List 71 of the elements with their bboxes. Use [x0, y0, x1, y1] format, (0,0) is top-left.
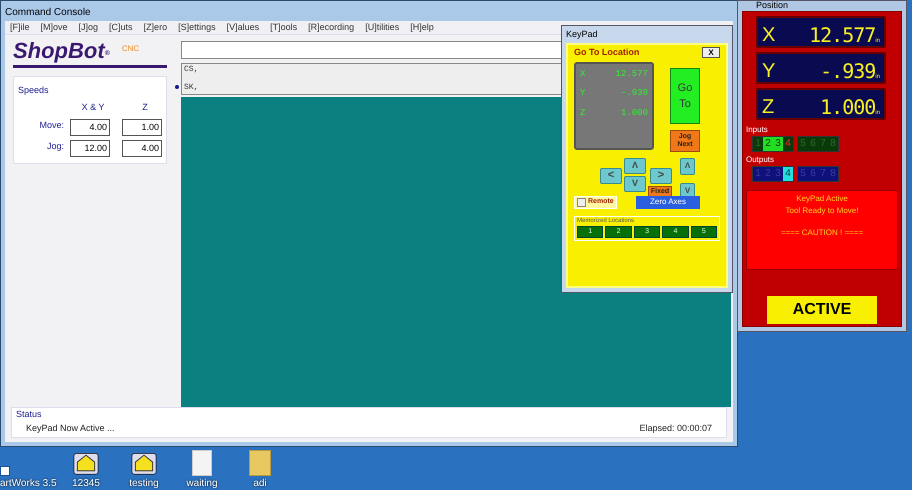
jog-up-button[interactable]: Λ	[624, 158, 646, 174]
axis-label: X	[762, 23, 776, 48]
desktop-icon-label[interactable]: waiting	[186, 476, 218, 490]
bullet-icon	[175, 85, 179, 89]
axis-label: X	[580, 68, 586, 80]
section-label: Outputs	[746, 154, 776, 166]
io-indicator: 4	[783, 137, 793, 151]
axis-value: 1.000	[819, 94, 876, 121]
axis-value: 12.577	[808, 22, 876, 49]
jog-down-button[interactable]: V	[624, 176, 646, 192]
shortcut-icon[interactable]	[0, 466, 10, 476]
zero-axes-button[interactable]: Zero Axes	[636, 196, 700, 208]
desktop-icon-label[interactable]: artWorks 3.5	[0, 476, 56, 490]
axis-label: Z	[580, 106, 586, 120]
io-indicator: 3	[773, 137, 783, 151]
speed-field[interactable]: 4.00	[122, 140, 162, 156]
logo-suffix: CNC	[122, 43, 140, 55]
log-line: CS,	[184, 64, 198, 76]
elapsed-time: Elapsed: 00:00:07	[639, 422, 712, 435]
menu-item[interactable]: [C]uts	[109, 20, 133, 34]
panel-heading: Go To Location	[574, 46, 640, 59]
menu-item[interactable]: [T]ools	[270, 20, 298, 34]
logo-wordmark: ShopBot$^{®}$	[13, 39, 110, 63]
axis-value: 1.000	[620, 106, 648, 120]
menu-item[interactable]: [S]ettings	[178, 20, 216, 34]
menu-item[interactable]: [V]alues	[226, 20, 260, 34]
go-to-button[interactable]: Go To	[670, 68, 700, 124]
window-title: Command Console	[5, 6, 91, 20]
column-header: X & Y	[80, 101, 106, 114]
axis-label: Y	[580, 87, 586, 100]
status-message: KeyPad Now Active ...	[26, 422, 115, 435]
axis-value: -.939	[620, 87, 648, 100]
message-line: ==== CAUTION ! ====	[780, 227, 864, 239]
menu-item[interactable]: [M]ove	[40, 20, 68, 34]
status-badge: ACTIVE	[767, 296, 877, 324]
window-title: KeyPad	[566, 28, 598, 41]
message-line: KeyPad Active	[796, 193, 848, 205]
jog-left-button[interactable]: <	[600, 168, 622, 184]
z-up-button[interactable]: Λ	[680, 158, 695, 174]
speed-field[interactable]: 4.00	[70, 118, 110, 136]
panel-title: Status	[16, 408, 43, 421]
menu-item[interactable]: [F]ile	[10, 20, 30, 34]
log-line: SK,	[184, 82, 198, 94]
axis-value: 12.577	[616, 68, 648, 80]
menu-item[interactable]: [H]elp	[410, 20, 434, 34]
row-label: Move:	[38, 118, 64, 132]
section-label: Inputs	[746, 124, 769, 136]
message-line: Tool Ready to Move!	[786, 205, 858, 217]
io-indicator: 4	[783, 167, 793, 181]
axis-label: Y	[762, 59, 776, 84]
io-indicator: 2	[763, 137, 773, 151]
desktop-icon-label[interactable]: adi	[253, 476, 267, 490]
panel-title: Speeds	[18, 85, 49, 95]
close-button[interactable]: X	[702, 47, 720, 58]
window-title: Position	[756, 0, 788, 12]
speed-field[interactable]: 1.00	[122, 118, 162, 136]
jog-right-button[interactable]: >	[650, 168, 672, 184]
menu-item[interactable]: [U]tilities	[365, 20, 400, 34]
menu-item[interactable]: [J]og	[78, 20, 98, 34]
menu-item[interactable]: [Z]ero	[144, 20, 168, 34]
machine-icon[interactable]	[130, 450, 158, 476]
menu-item[interactable]: [R]ecording	[308, 20, 354, 34]
column-header: Z	[141, 101, 149, 114]
machine-icon[interactable]	[72, 450, 100, 476]
axis-value: -.939	[819, 58, 876, 85]
speed-field[interactable]: 12.00	[70, 140, 110, 156]
remote-checkbox[interactable]	[577, 198, 586, 207]
desktop-icon-label[interactable]: 12345	[72, 476, 100, 490]
axis-label: Z	[762, 95, 774, 120]
desktop-icon-label[interactable]: testing	[129, 476, 159, 490]
row-label: Jog:	[46, 140, 64, 153]
